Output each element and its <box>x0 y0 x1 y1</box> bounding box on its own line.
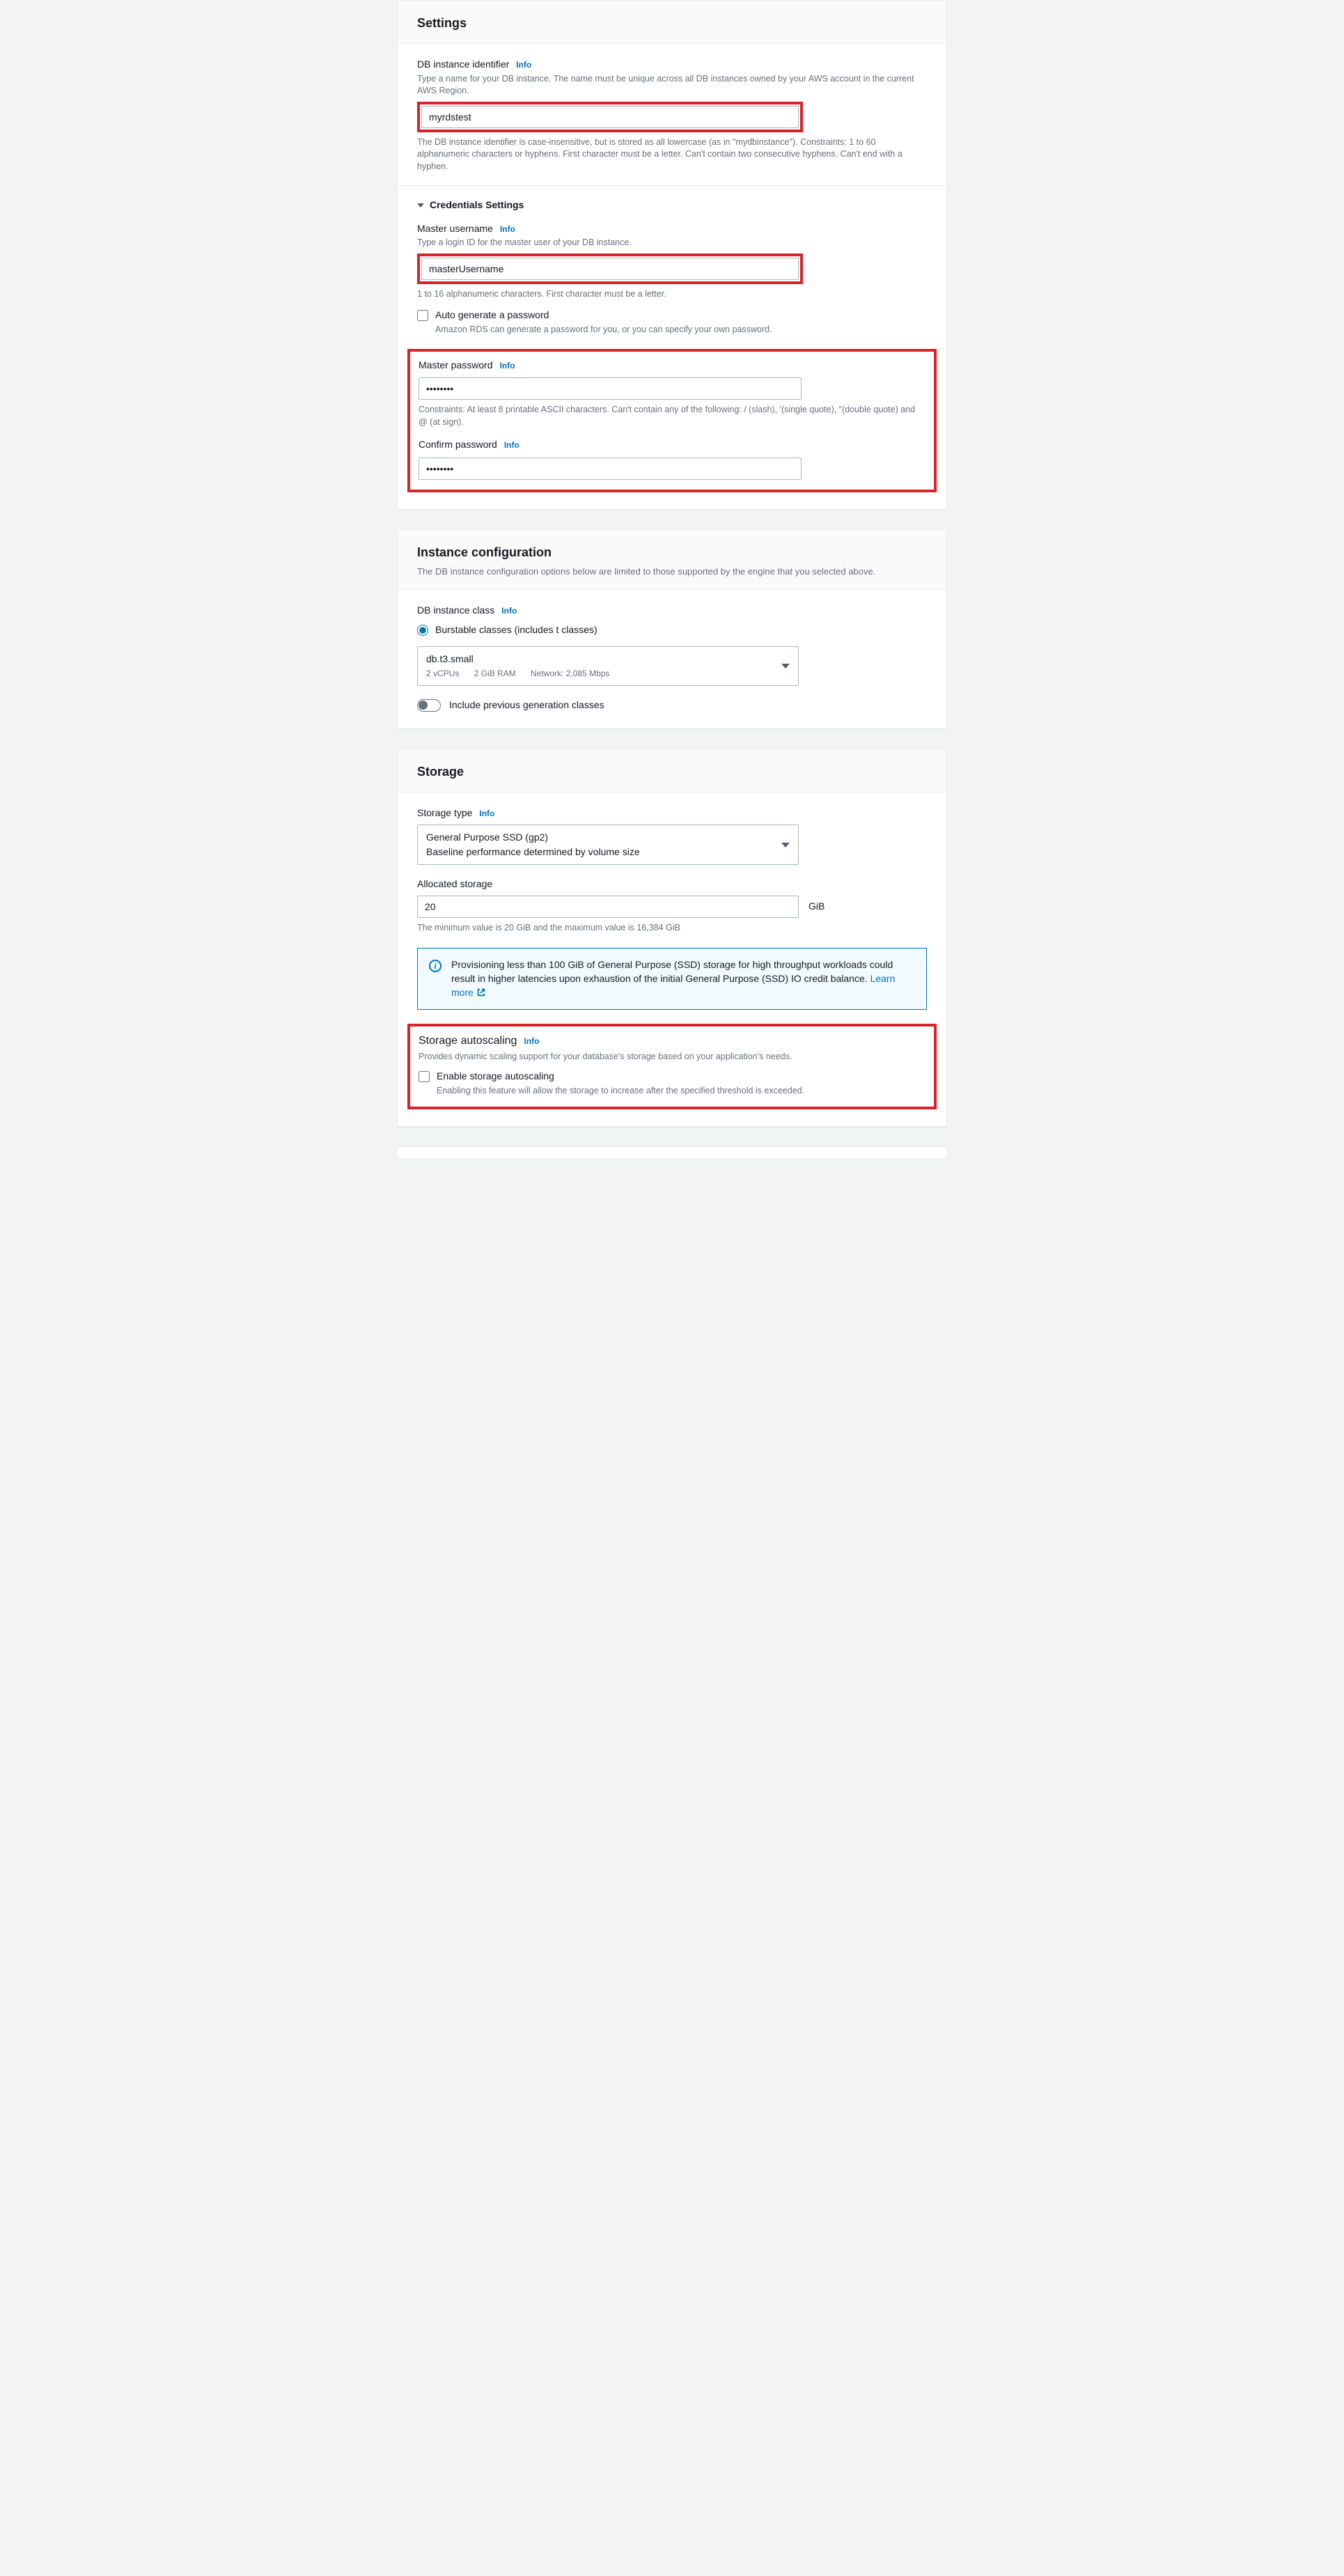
master-username-field: Master username Info Type a login ID for… <box>417 222 927 336</box>
db-identifier-field: DB instance identifier Info Type a name … <box>417 58 927 173</box>
credentials-header-label: Credentials Settings <box>430 198 524 212</box>
info-link[interactable]: Info <box>524 1036 539 1047</box>
password-highlight-block: Master password Info Constraints: At lea… <box>407 349 937 492</box>
next-panel-peek <box>397 1146 947 1159</box>
prev-gen-toggle[interactable] <box>417 699 441 712</box>
instance-class-value: db.t3.small <box>426 653 622 666</box>
caret-down-icon <box>417 203 424 208</box>
storage-alert: i Provisioning less than 100 GiB of Gene… <box>417 948 927 1010</box>
chevron-down-icon <box>781 843 790 848</box>
burstable-radio[interactable] <box>417 625 428 636</box>
instance-config-panel: Instance configuration The DB instance c… <box>397 529 947 730</box>
info-link[interactable]: Info <box>504 439 519 451</box>
autogen-password-label: Auto generate a password <box>435 309 772 322</box>
confirm-password-input[interactable] <box>419 458 802 480</box>
settings-title: Settings <box>417 15 927 32</box>
burstable-label: Burstable classes (includes t classes) <box>435 623 597 637</box>
instance-config-header: Instance configuration The DB instance c… <box>398 530 946 590</box>
storage-type-sub: Baseline performance determined by volum… <box>426 845 640 859</box>
enable-autoscaling-checkbox[interactable] <box>419 1071 430 1082</box>
master-password-constraint: Constraints: At least 8 printable ASCII … <box>419 404 925 428</box>
highlight-red <box>417 102 803 132</box>
info-link[interactable]: Info <box>500 360 515 372</box>
storage-header: Storage <box>398 749 946 793</box>
instance-ram: 2 GiB RAM <box>474 669 516 678</box>
info-link[interactable]: Info <box>479 808 494 820</box>
storage-panel: Storage Storage type Info General Purpos… <box>397 749 947 1127</box>
autogen-password-sub: Amazon RDS can generate a password for y… <box>435 324 772 336</box>
allocated-storage-input[interactable] <box>417 896 799 918</box>
external-link-icon <box>476 988 486 997</box>
storage-type-label: Storage type <box>417 806 472 820</box>
instance-config-subtitle: The DB instance configuration options be… <box>417 565 927 578</box>
instance-network: Network: 2,085 Mbps <box>531 669 609 678</box>
highlight-red <box>417 253 803 284</box>
autoscaling-title: Storage autoscaling <box>419 1033 517 1049</box>
allocated-storage-label: Allocated storage <box>417 877 492 891</box>
settings-header: Settings <box>398 1 946 44</box>
db-identifier-label: DB instance identifier <box>417 58 509 72</box>
master-username-constraint: 1 to 16 alphanumeric characters. First c… <box>417 288 927 301</box>
db-identifier-input[interactable] <box>421 106 799 128</box>
info-link[interactable]: Info <box>500 224 515 235</box>
storage-alert-text: Provisioning less than 100 GiB of Genera… <box>451 959 893 984</box>
instance-config-title: Instance configuration <box>417 544 927 561</box>
autoscaling-sub: Provides dynamic scaling support for you… <box>419 1051 925 1063</box>
storage-type-select[interactable]: General Purpose SSD (gp2) Baseline perfo… <box>417 825 799 865</box>
confirm-password-label: Confirm password <box>419 438 497 452</box>
instance-class-select[interactable]: db.t3.small 2 vCPUs 2 GiB RAM Network: 2… <box>417 646 799 685</box>
master-username-input[interactable] <box>421 258 799 280</box>
autogen-password-checkbox[interactable] <box>417 310 428 321</box>
enable-autoscaling-label: Enable storage autoscaling <box>437 1070 804 1084</box>
db-identifier-constraint: The DB instance identifier is case-insen… <box>417 136 927 173</box>
chevron-down-icon <box>781 664 790 669</box>
db-identifier-help: Type a name for your DB instance. The na… <box>417 73 927 97</box>
master-username-help: Type a login ID for the master user of y… <box>417 237 927 249</box>
prev-gen-label: Include previous generation classes <box>449 698 604 712</box>
master-username-label: Master username <box>417 222 493 236</box>
instance-class-label: DB instance class <box>417 604 494 618</box>
info-link[interactable]: Info <box>501 605 517 617</box>
storage-unit: GiB <box>808 900 825 914</box>
info-link[interactable]: Info <box>516 59 531 71</box>
master-password-input[interactable] <box>419 377 802 400</box>
allocated-storage-constraint: The minimum value is 20 GiB and the maxi… <box>417 922 927 935</box>
info-icon: i <box>429 960 442 972</box>
settings-panel: Settings DB instance identifier Info Typ… <box>397 0 947 510</box>
enable-autoscaling-sub: Enabling this feature will allow the sto… <box>437 1085 804 1098</box>
master-password-label: Master password <box>419 359 493 373</box>
storage-title: Storage <box>417 763 927 781</box>
autoscaling-highlight: Storage autoscaling Info Provides dynami… <box>407 1024 937 1109</box>
credentials-toggle[interactable]: Credentials Settings <box>417 198 927 212</box>
instance-vcpu: 2 vCPUs <box>426 669 459 678</box>
storage-type-value: General Purpose SSD (gp2) <box>426 831 640 845</box>
